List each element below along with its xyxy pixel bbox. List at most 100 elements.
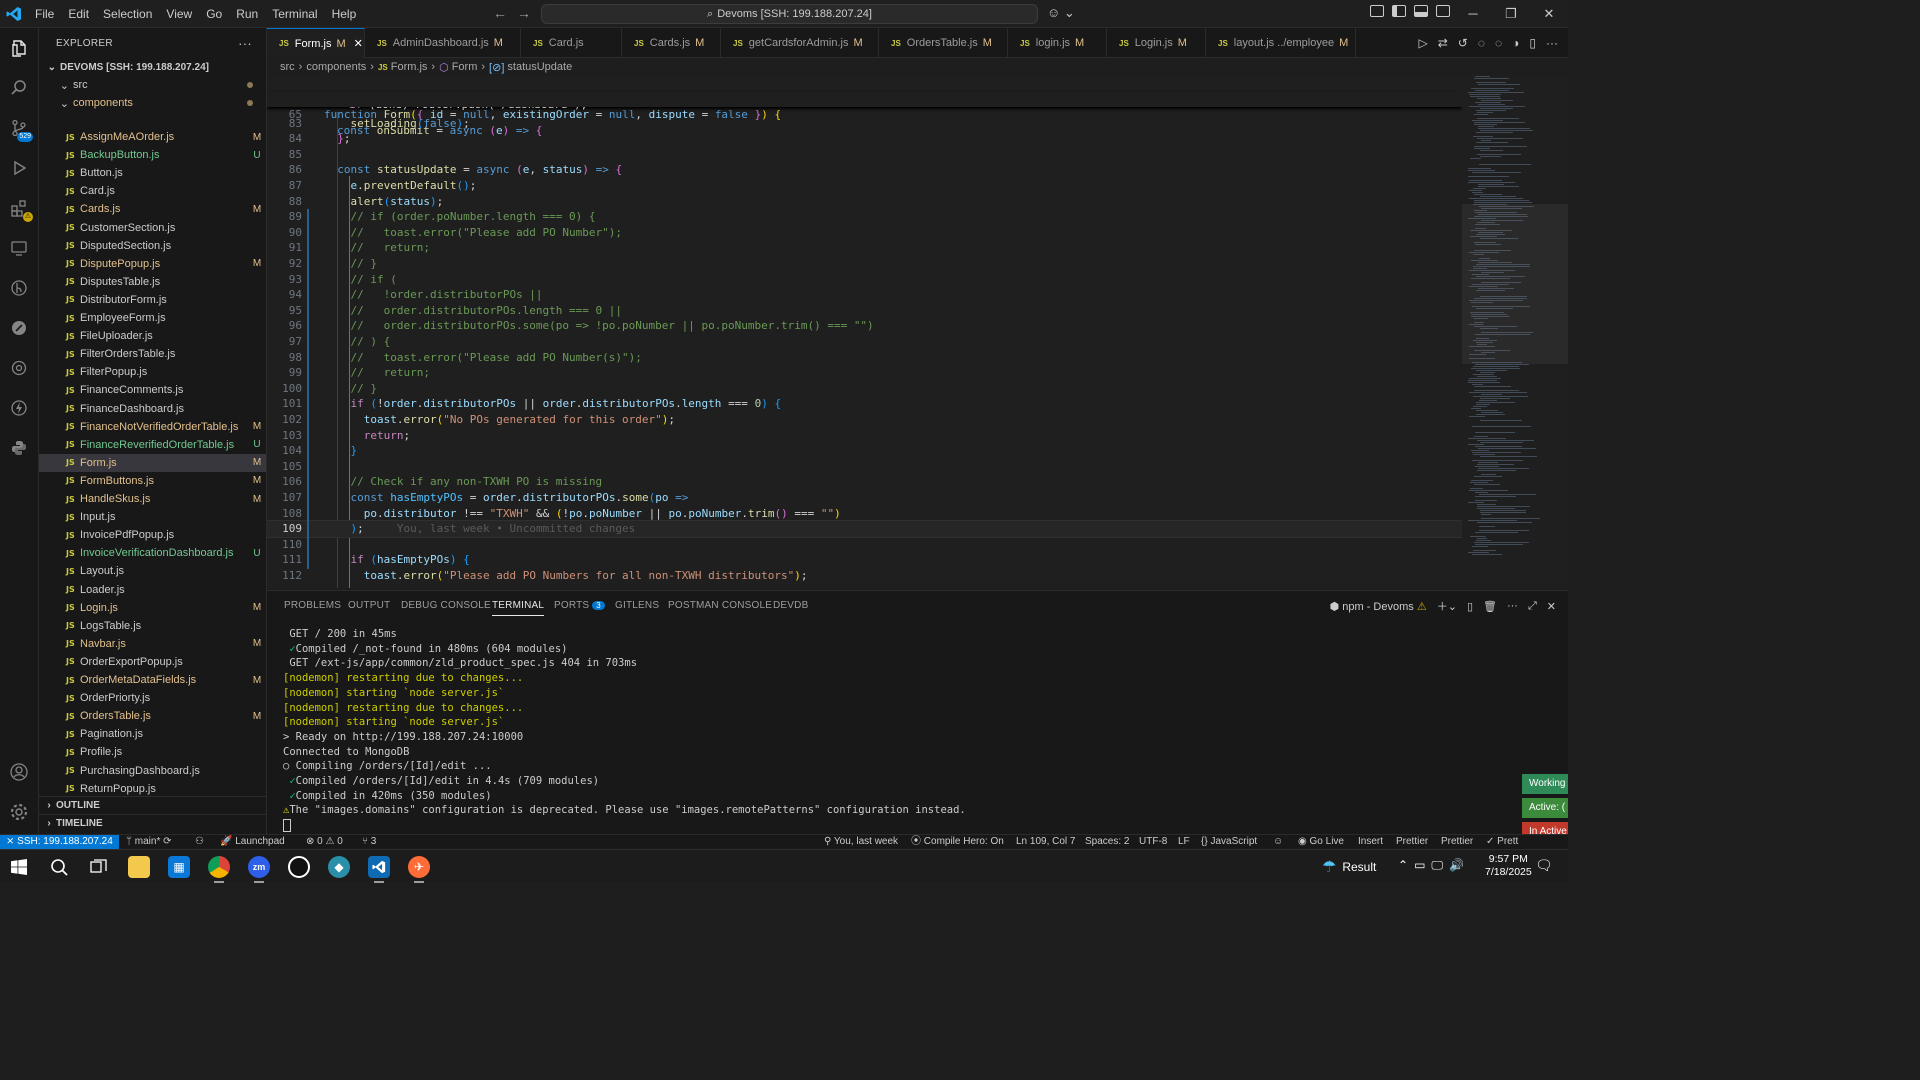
tab-login-js[interactable]: JS login.js M bbox=[1008, 28, 1107, 58]
tab-cards-js[interactable]: JS Cards.js M bbox=[622, 28, 721, 58]
revert-icon[interactable]: ↺ bbox=[1458, 36, 1468, 50]
code-line[interactable]: 98 // toast.error("Please add PO Number(… bbox=[267, 350, 1462, 366]
toggle-secondary-sidebar-icon[interactable] bbox=[1436, 5, 1450, 17]
gitlens-status-icon[interactable]: ⚇ bbox=[195, 835, 204, 849]
branch-indicator[interactable]: ᛘ main* ⟳ bbox=[126, 835, 172, 849]
database-icon[interactable] bbox=[9, 358, 29, 378]
breadcrumb-components[interactable]: components bbox=[306, 61, 366, 73]
chrome-icon[interactable] bbox=[208, 856, 230, 883]
code-editor[interactable]: 23 function Form({ id = null, existingOr… bbox=[267, 76, 1462, 588]
close-tab-icon[interactable]: ✕ bbox=[354, 37, 363, 50]
panel-tab-ports[interactable]: PORTS 3 bbox=[554, 600, 605, 611]
panel-tab-terminal[interactable]: TERMINAL bbox=[492, 600, 545, 616]
file-item[interactable]: JS Login.js M bbox=[39, 599, 266, 617]
split-terminal-icon[interactable]: ▯ bbox=[1467, 600, 1473, 613]
prettier-status-2[interactable]: Prettier bbox=[1441, 835, 1473, 849]
next-change-icon[interactable]: ◌ bbox=[1495, 36, 1502, 50]
file-item[interactable]: JS CustomerSection.js bbox=[39, 219, 266, 237]
ports-indicator[interactable]: ⑂ 3 bbox=[362, 835, 376, 849]
menu-file[interactable]: File bbox=[28, 0, 61, 28]
weather-widget[interactable]: ☂ Result bbox=[1322, 857, 1376, 877]
panel-tab-output[interactable]: OUTPUT bbox=[348, 600, 390, 611]
breadcrumb-src[interactable]: src bbox=[280, 61, 295, 73]
file-item[interactable]: JS Navbar.js M bbox=[39, 635, 266, 653]
code-line[interactable]: 86 const statusUpdate = async (e, status… bbox=[267, 162, 1462, 178]
copilot-status-icon[interactable]: ☺ bbox=[1273, 835, 1283, 849]
menu-terminal[interactable]: Terminal bbox=[265, 0, 324, 28]
tab-login-js-2[interactable]: JS Login.js M bbox=[1107, 28, 1206, 58]
gitlens-inspect-icon[interactable]: ◑ bbox=[1512, 36, 1519, 50]
menu-help[interactable]: Help bbox=[325, 0, 364, 28]
minimize-icon[interactable]: ─ bbox=[1454, 0, 1492, 28]
tab-form-js[interactable]: JS Form.js M ✕ bbox=[267, 28, 365, 58]
close-panel-icon[interactable]: ✕ bbox=[1547, 600, 1556, 613]
task-view-icon[interactable] bbox=[88, 856, 110, 878]
code-line[interactable]: 89 // if (order.poNumber.length === 0) { bbox=[267, 209, 1462, 225]
code-line[interactable]: 100 // } bbox=[267, 381, 1462, 397]
pill-active[interactable]: Active: ( bbox=[1522, 798, 1568, 818]
prettier-status-1[interactable]: Prettier bbox=[1396, 835, 1428, 849]
file-item[interactable]: JS HandleSkus.js M bbox=[39, 490, 266, 508]
toggle-primary-sidebar-icon[interactable] bbox=[1392, 5, 1406, 17]
file-item[interactable]: JS FinanceDashboard.js bbox=[39, 400, 266, 418]
code-line[interactable]: 94 // !order.distributorPOs || bbox=[267, 287, 1462, 303]
file-item[interactable]: JS EmployeeForm.js bbox=[39, 309, 266, 327]
minimap-slider[interactable] bbox=[1462, 204, 1568, 364]
code-line[interactable]: 108 po.distributor !== "TXWH" && (!po.po… bbox=[267, 506, 1462, 522]
code-line[interactable]: 90 // toast.error("Please add PO Number"… bbox=[267, 225, 1462, 241]
code-line[interactable]: 102 toast.error("No POs generated for th… bbox=[267, 412, 1462, 428]
run-icon[interactable]: ▷ bbox=[1419, 36, 1428, 50]
microsoft-store-icon[interactable]: ▦ bbox=[168, 856, 190, 878]
account-icon[interactable] bbox=[9, 762, 29, 782]
search-icon[interactable] bbox=[9, 78, 29, 98]
panel-tab-gitlens[interactable]: GITLENS bbox=[615, 600, 659, 611]
file-item[interactable]: JS LogsTable.js bbox=[39, 617, 266, 635]
tab-card-js[interactable]: JS Card.js bbox=[521, 28, 622, 58]
file-item[interactable]: JS Card.js bbox=[39, 182, 266, 200]
file-item[interactable]: JS FinanceNotVerifiedOrderTable.js M bbox=[39, 418, 266, 436]
file-item[interactable]: JS OrderPriorty.js bbox=[39, 689, 266, 707]
compile-hero-indicator[interactable]: ⦿ Compile Hero: On bbox=[911, 835, 1004, 849]
clock[interactable]: 9:57 PM 7/18/2025 bbox=[1485, 853, 1532, 879]
folder-components[interactable]: ⌄ components bbox=[39, 94, 266, 112]
notification-icon[interactable]: 🗨 bbox=[1535, 857, 1553, 874]
sticky-scroll-line[interactable]: 23 function Form({ id = null, existingOr… bbox=[267, 76, 1462, 121]
code-line[interactable]: 104 } bbox=[267, 443, 1462, 459]
menu-selection[interactable]: Selection bbox=[96, 0, 159, 28]
code-line[interactable]: 85 bbox=[267, 147, 1462, 163]
tab-layout-js[interactable]: JS layout.js ../employee M bbox=[1206, 28, 1356, 58]
file-item[interactable]: JS FinanceReverifiedOrderTable.js U bbox=[39, 436, 266, 454]
app-icon[interactable]: ◆ bbox=[328, 856, 350, 878]
git-blame-indicator[interactable]: ⚲ You, last week bbox=[824, 835, 898, 849]
code-line[interactable]: 106 // Check if any non-TXWH PO is missi… bbox=[267, 474, 1462, 490]
thunder-client-icon[interactable] bbox=[9, 398, 29, 418]
settings-gear-icon[interactable] bbox=[9, 802, 29, 822]
volume-icon[interactable]: 🔊 bbox=[1449, 858, 1464, 873]
code-line[interactable]: 83 setLoading(false); bbox=[267, 116, 1462, 132]
file-item[interactable]: JS Cards.js M bbox=[39, 200, 266, 218]
code-line[interactable]: 92 // } bbox=[267, 256, 1462, 272]
code-line[interactable]: 84 }; bbox=[267, 131, 1462, 147]
code-line[interactable]: 107 const hasEmptyPOs = order.distributo… bbox=[267, 490, 1462, 506]
tab-getcardsforadmin-js[interactable]: JS getCardsforAdmin.js M bbox=[721, 28, 879, 58]
menu-view[interactable]: View bbox=[159, 0, 199, 28]
timeline-section[interactable]: › TIMELINE bbox=[39, 814, 266, 832]
file-item[interactable]: JS OrderExportPopup.js bbox=[39, 653, 266, 671]
file-item[interactable]: JS DisputePopup.js M bbox=[39, 255, 266, 273]
close-window-icon[interactable]: ✕ bbox=[1530, 0, 1568, 28]
file-item[interactable]: JS InvoiceVerificationDashboard.js U bbox=[39, 544, 266, 562]
python-icon[interactable] bbox=[9, 438, 29, 458]
tab-admindashboard-js[interactable]: JS AdminDashboard.js M bbox=[365, 28, 521, 58]
source-control-icon[interactable]: 529 bbox=[9, 118, 33, 142]
code-line[interactable]: 110 bbox=[267, 537, 1462, 553]
file-item[interactable]: JS InvoicePdfPopup.js bbox=[39, 526, 266, 544]
terminal-selector[interactable]: ⬢ npm - Devoms ⚠ bbox=[1330, 600, 1427, 613]
back-arrow-icon[interactable]: ← bbox=[493, 5, 507, 21]
file-explorer-icon[interactable] bbox=[128, 856, 150, 878]
obs-icon[interactable] bbox=[288, 856, 310, 878]
more-actions-icon[interactable]: ··· bbox=[238, 36, 252, 51]
explorer-icon[interactable] bbox=[9, 38, 29, 58]
file-item[interactable]: JS Input.js bbox=[39, 508, 266, 526]
code-line[interactable]: 96 // order.distributorPOs.some(po => !p… bbox=[267, 318, 1462, 334]
file-item[interactable]: JS Loader.js bbox=[39, 581, 266, 599]
